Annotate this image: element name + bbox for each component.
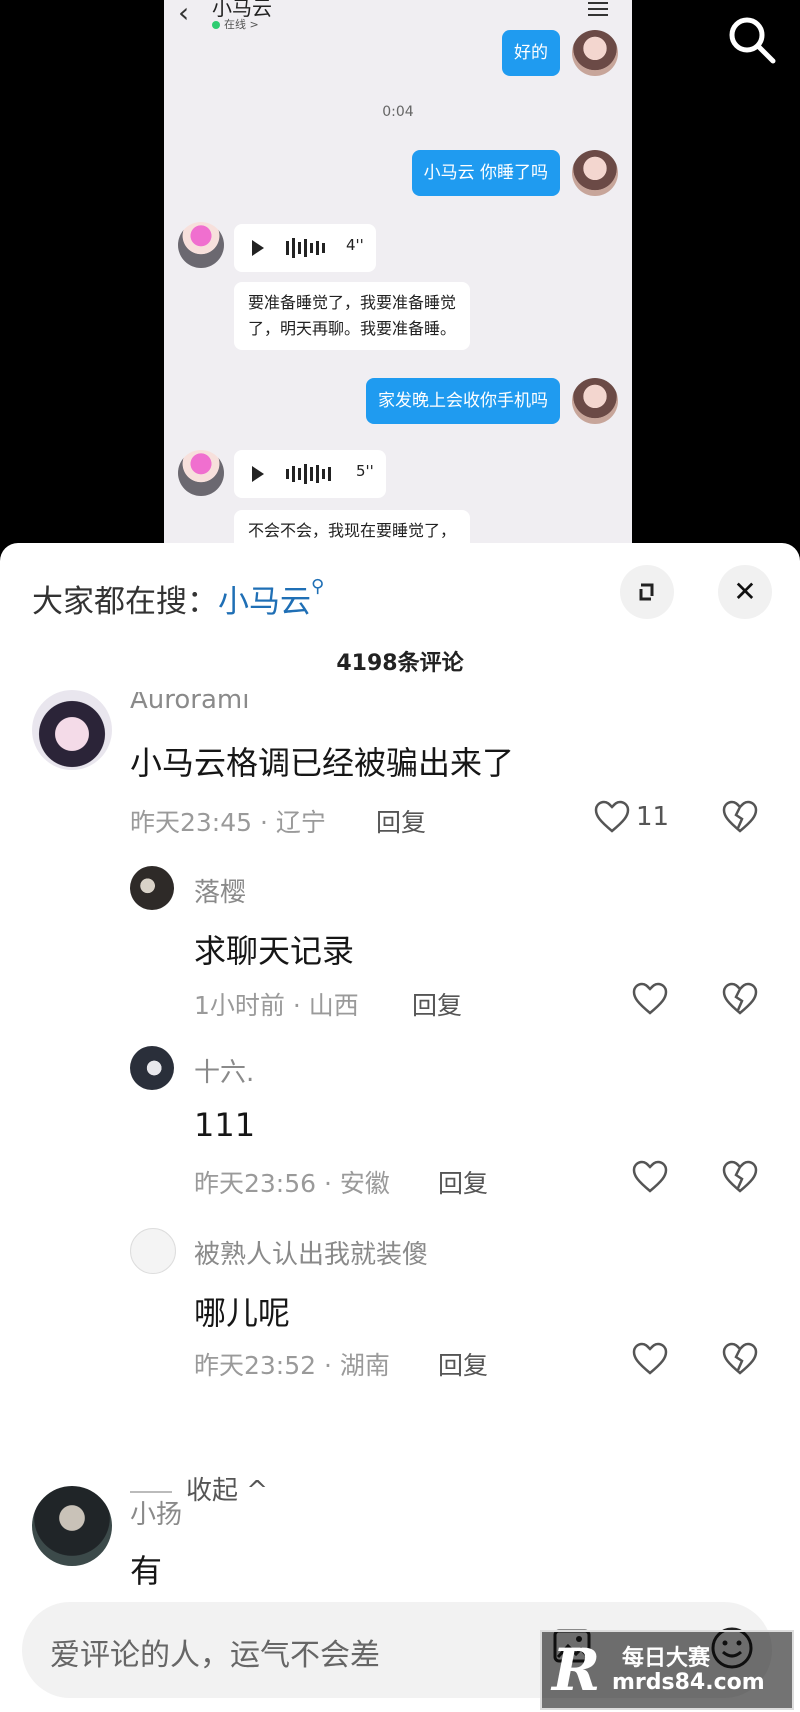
watermark-line2: mrds84.com bbox=[612, 1670, 765, 1695]
comment-meta: 昨天23:45 · 辽宁 bbox=[130, 808, 326, 837]
watermark-logo-letter: R bbox=[552, 1636, 601, 1704]
divider bbox=[130, 1490, 172, 1493]
hot-search-bar[interactable]: 大家都在搜：小马云⚲ bbox=[32, 576, 324, 621]
comments-sheet: 大家都在搜：小马云⚲ ✕ 4198条评论 bbox=[0, 543, 800, 1712]
comment-meta: 昨天23:52 · 湖南 bbox=[194, 1351, 390, 1380]
message-bubble-sent: 小马云 你睡了吗 bbox=[411, 150, 560, 196]
status-arrow: > bbox=[249, 18, 259, 31]
comment-author[interactable]: 十六. bbox=[194, 1052, 254, 1089]
voice-message: 5'' bbox=[234, 450, 386, 498]
comment-meta: 1小时前 · 山西 bbox=[194, 991, 359, 1020]
avatar[interactable] bbox=[32, 690, 112, 770]
watermark-logo: R 每日大赛 mrds84.com bbox=[540, 1630, 794, 1710]
reply-button[interactable]: 回复 bbox=[376, 803, 426, 839]
collapse-label: 收起 ^ bbox=[186, 1476, 269, 1506]
menu-icon bbox=[588, 0, 608, 20]
message-timestamp: 0:04 bbox=[382, 104, 414, 120]
comment-text: 111 bbox=[194, 1106, 256, 1144]
comment-author[interactable]: 被熟人认出我就装傻 bbox=[194, 1234, 428, 1271]
search-icon: ⚲ bbox=[311, 576, 325, 597]
voice-duration: 4'' bbox=[346, 236, 364, 254]
hot-search-prefix: 大家都在搜： bbox=[32, 584, 218, 620]
chat-screenshot: ‹ 小马云 在线 > 好的 0:04 小马云 你睡了吗 4'' 要准备睡觉了，我… bbox=[164, 0, 632, 560]
avatar[interactable] bbox=[130, 1046, 174, 1090]
chat-header: ‹ 小马云 在线 > bbox=[164, 0, 632, 34]
online-dot-icon bbox=[212, 21, 220, 29]
avatar bbox=[572, 30, 618, 76]
close-button[interactable]: ✕ bbox=[718, 565, 772, 619]
reply-button[interactable]: 回复 bbox=[438, 1164, 488, 1200]
heart-icon[interactable] bbox=[632, 1160, 668, 1194]
comment-text: 哪儿呢 bbox=[194, 1294, 291, 1332]
avatar bbox=[178, 450, 224, 496]
avatar bbox=[178, 222, 224, 268]
expand-icon bbox=[639, 583, 654, 601]
comment-text: 求聊天记录 bbox=[194, 932, 355, 970]
reply-button[interactable]: 回复 bbox=[438, 1346, 488, 1382]
search-icon[interactable] bbox=[726, 14, 778, 66]
avatar[interactable] bbox=[130, 866, 174, 910]
back-icon: ‹ bbox=[178, 0, 190, 29]
waveform-icon bbox=[286, 237, 325, 259]
status-text: 在线 bbox=[224, 18, 246, 31]
message-bubble-sent: 好的 bbox=[502, 30, 560, 76]
comment-text: 小马云格调已经被骗出来了 bbox=[130, 744, 515, 782]
broken-heart-icon[interactable] bbox=[722, 800, 758, 834]
avatar bbox=[572, 150, 618, 196]
contact-status: 在线 > bbox=[212, 16, 259, 32]
watermark-line1: 每日大赛 bbox=[622, 1646, 711, 1671]
heart-icon[interactable] bbox=[594, 800, 630, 834]
message-line: 要准备睡觉了，我要准备睡觉 bbox=[248, 293, 457, 312]
comment-count: 4198条评论 bbox=[336, 651, 464, 676]
reply-button[interactable]: 回复 bbox=[412, 986, 462, 1022]
message-bubble-received: 要准备睡觉了，我要准备睡觉 了，明天再聊。我要准备睡。 bbox=[234, 282, 471, 350]
comment-meta: 昨天23:56 · 安徽 bbox=[194, 1169, 390, 1198]
voice-message: 4'' bbox=[234, 224, 376, 272]
voice-duration: 5'' bbox=[356, 462, 374, 480]
broken-heart-icon[interactable] bbox=[722, 982, 758, 1016]
comment-text: 有 bbox=[130, 1552, 163, 1590]
heart-icon[interactable] bbox=[632, 982, 668, 1016]
comment-author[interactable]: 落樱 bbox=[194, 872, 246, 909]
close-icon: ✕ bbox=[733, 575, 757, 608]
comment-author[interactable]: 小扬 bbox=[130, 1494, 182, 1531]
play-icon bbox=[252, 240, 264, 256]
broken-heart-icon[interactable] bbox=[722, 1342, 758, 1376]
comment-input-placeholder: 爱评论的人，运气不会差 bbox=[50, 1638, 380, 1673]
waveform-icon bbox=[286, 463, 331, 485]
play-icon bbox=[252, 466, 264, 482]
expand-button[interactable] bbox=[620, 565, 674, 619]
avatar bbox=[572, 378, 618, 424]
avatar[interactable] bbox=[32, 1486, 112, 1566]
heart-icon[interactable] bbox=[632, 1342, 668, 1376]
message-line: 了，明天再聊。我要准备睡。 bbox=[248, 319, 457, 338]
hot-search-term[interactable]: 小马云 bbox=[218, 584, 311, 620]
broken-heart-icon[interactable] bbox=[722, 1160, 758, 1194]
message-bubble-sent: 家发晚上会收你手机吗 bbox=[366, 378, 560, 424]
comment-author[interactable]: Aurorami bbox=[130, 692, 249, 720]
like-count: 11 bbox=[636, 802, 670, 832]
avatar[interactable] bbox=[130, 1228, 176, 1274]
